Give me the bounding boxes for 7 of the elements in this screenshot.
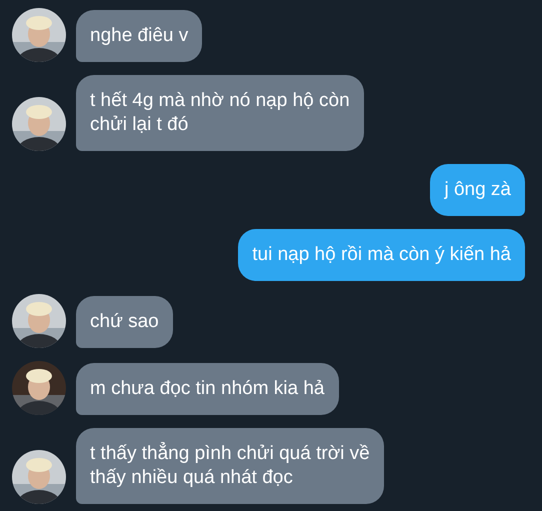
message-bubble: tui nạp hộ rồi mà còn ý kiến hả bbox=[238, 229, 525, 281]
message-bubble: t hết 4g mà nhờ nó nạp hộ còn chửi lại t đó bbox=[76, 75, 364, 151]
message-bubble: j ông zà bbox=[430, 164, 525, 216]
message-bubble: nghe điêu v bbox=[76, 10, 202, 62]
message-bubble: m chưa đọc tin nhóm kia hả bbox=[76, 363, 339, 415]
message-bubble: t thấy thẳng pình chửi quá trời về thấy nhiều quá nhát đọc bbox=[76, 428, 384, 504]
message-bubble: chứ sao bbox=[76, 296, 173, 348]
